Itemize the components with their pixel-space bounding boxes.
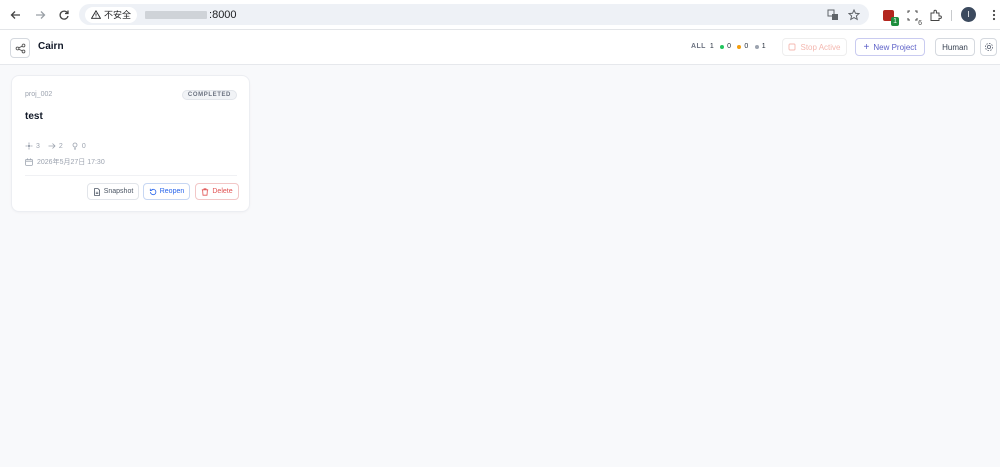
project-date: 2026年5月27日 17:30 — [25, 157, 105, 167]
toolbar-separator — [951, 10, 952, 21]
stat-nodes-count: 3 — [36, 142, 40, 150]
count-orange: 0 — [744, 43, 749, 50]
arrow-right-icon — [48, 143, 56, 149]
back-arrow-icon[interactable] — [7, 6, 25, 24]
share-nodes-icon — [15, 43, 25, 53]
stat-nodes: 3 — [25, 142, 40, 150]
orange-dot-icon — [737, 44, 742, 49]
trash-icon — [202, 187, 209, 196]
document-icon — [93, 187, 100, 196]
project-stats: 3 2 0 — [25, 142, 86, 150]
calendar-icon — [25, 158, 33, 166]
delete-label: Delete — [212, 188, 233, 195]
warning-icon — [91, 10, 101, 19]
human-label: Human — [942, 42, 968, 52]
project-id: proj_002 — [25, 91, 53, 98]
gray-dot-icon — [754, 44, 759, 49]
reopen-button[interactable]: Reopen — [143, 183, 190, 200]
count-all: 1 — [709, 43, 715, 50]
project-card[interactable]: proj_002 COMPLETED test 3 2 0 2026年5月27日… — [11, 75, 250, 212]
stop-square-icon — [789, 43, 796, 51]
lightbulb-icon — [72, 142, 78, 150]
plus-icon: + — [863, 41, 870, 53]
stop-active-label: Stop Active — [800, 42, 841, 52]
new-project-button[interactable]: + New Project — [855, 38, 925, 56]
app-title: Cairn — [38, 41, 64, 52]
address-bar[interactable]: 不安全 :8000 — [79, 4, 869, 25]
profile-avatar[interactable]: I — [961, 7, 976, 22]
stat-edges: 2 — [48, 142, 63, 150]
translate-icon[interactable] — [825, 7, 841, 23]
snapshot-label: Snapshot — [103, 188, 134, 195]
url-redacted — [145, 10, 208, 19]
bookmark-star-icon[interactable] — [846, 7, 862, 23]
settings-button[interactable] — [980, 38, 997, 56]
app-header: Cairn ALL 1 0 0 1 Stop Active + New Proj… — [0, 30, 1000, 65]
count-gray: 1 — [761, 43, 766, 50]
status-badge: COMPLETED — [181, 90, 237, 100]
stop-active-button[interactable]: Stop Active — [782, 38, 847, 56]
extensions-puzzle-icon[interactable] — [926, 6, 944, 24]
status-counts: ALL 1 0 0 1 — [691, 43, 772, 50]
rotate-icon — [149, 188, 156, 195]
nodes-icon — [25, 142, 33, 150]
project-date-text: 2026年5月27日 17:30 — [37, 159, 105, 166]
extension-badge-count: 1 — [891, 17, 899, 26]
project-name: test — [25, 111, 43, 122]
browser-toolbar: 不安全 :8000 1 6 I — [0, 0, 1000, 30]
extension-count: 6 — [918, 20, 922, 27]
green-dot-icon — [720, 44, 725, 49]
graph-menu-button[interactable] — [10, 38, 30, 58]
delete-button[interactable]: Delete — [195, 183, 239, 200]
url-port: :8000 — [209, 8, 237, 21]
snapshot-button[interactable]: Snapshot — [87, 183, 139, 200]
insecure-label: 不安全 — [104, 10, 132, 20]
stat-notes: 0 — [71, 142, 86, 150]
gear-icon — [984, 42, 993, 52]
count-green: 0 — [727, 43, 732, 50]
count-all-label: ALL — [691, 43, 706, 50]
reopen-label: Reopen — [159, 188, 185, 195]
stat-edges-count: 2 — [58, 142, 63, 150]
new-project-label: New Project — [873, 42, 917, 52]
stat-notes-count: 0 — [81, 142, 86, 150]
security-chip[interactable]: 不安全 — [85, 6, 138, 23]
reload-icon[interactable] — [55, 6, 73, 24]
forward-arrow-icon[interactable] — [31, 6, 49, 24]
screenshot-extension-icon[interactable]: 6 — [903, 6, 922, 27]
extension-badge-icon[interactable]: 1 — [879, 6, 899, 26]
human-mode-button[interactable]: Human — [935, 38, 975, 56]
browser-menu-icon[interactable] — [985, 6, 1000, 24]
card-divider — [25, 175, 237, 176]
